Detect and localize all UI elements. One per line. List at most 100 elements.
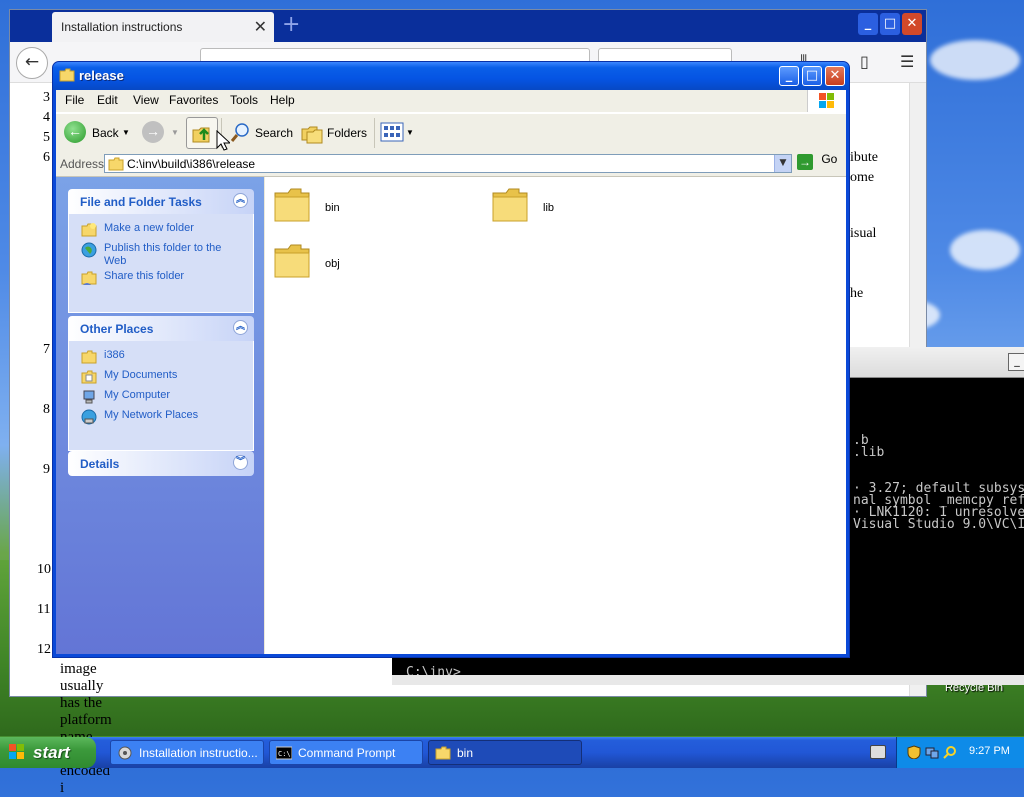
browser-back-button[interactable]: ← [16,47,48,79]
file-folder-tasks-panel: File and Folder Tasks ︽ Make a new folde… [68,189,254,313]
text-fragment: ome [850,170,875,185]
go-arrow-icon: → [797,154,813,170]
details-panel: Details ︾ [68,451,254,476]
address-field[interactable]: C:\inv\build\i386\release ▼ [104,154,792,173]
collapse-chevron-icon[interactable]: ︽ [233,193,248,208]
browser-tab-title: Installation instructions [61,20,183,34]
keyboard-icon[interactable] [870,745,886,759]
browser-maximize-button[interactable]: □ [880,13,900,35]
search-button[interactable]: Search [228,121,298,145]
menu-icon[interactable]: ☰ [900,52,914,71]
folder-icon [492,188,528,222]
other-places-panel: Other Places ︽ i386 My Documents My Comp… [68,316,254,451]
make-new-folder-link[interactable]: Make a new folder [81,222,243,240]
views-button[interactable]: ▼ [380,121,416,145]
task-command-prompt[interactable]: C:\ Command Prompt [269,740,423,765]
publish-to-web-link[interactable]: Publish this folder to the Web [81,242,243,268]
explorer-window: release _ □ ✕ File Edit View Favorites T… [52,61,850,658]
go-button[interactable]: → Go [797,152,837,170]
network-icon[interactable] [925,745,939,759]
sidebar-icon[interactable]: ▯ [860,52,869,71]
panel-header[interactable]: File and Folder Tasks ︽ [68,189,254,214]
task-explorer[interactable]: bin [428,740,582,765]
menu-favorites[interactable]: Favorites [169,93,218,107]
svg-text:C:\: C:\ [278,750,291,758]
collapse-chevron-icon[interactable]: ︽ [233,320,248,335]
line-number: 10 [37,562,51,577]
task-browser[interactable]: Installation instructio... [110,740,264,765]
system-tray: 9:27 PM [896,737,1024,768]
menu-view[interactable]: View [133,93,159,107]
place-i386-link[interactable]: i386 [81,349,243,367]
start-button[interactable]: start [0,737,96,768]
new-folder-icon [81,223,97,237]
search-icon[interactable] [943,745,957,759]
gear-icon [118,746,132,760]
folder-icon [108,157,124,171]
line-number: 9 [43,462,50,477]
my-computer-icon [83,390,95,404]
menu-edit[interactable]: Edit [97,93,118,107]
close-button[interactable]: ✕ [825,66,845,86]
address-dropdown-icon[interactable]: ▼ [774,155,791,172]
cmd-minimize-button[interactable]: _ [1008,353,1024,371]
forward-dropdown-icon: ▼ [171,128,179,137]
back-dropdown-icon[interactable]: ▼ [122,128,130,137]
line-number: 11 [37,602,51,617]
line-number: 7 [43,342,50,357]
place-my-computer-link[interactable]: My Computer [81,389,243,407]
back-button[interactable]: ← Back ▼ [62,121,134,145]
folder-icon [59,68,75,82]
file-list: bin lib obj [265,177,846,654]
folder-item-obj[interactable]: obj [273,241,473,289]
clock[interactable]: 9:27 PM [969,745,1010,757]
up-folder-button[interactable] [186,117,218,149]
place-my-documents-link[interactable]: My Documents [81,369,243,387]
address-path: C:\inv\build\i386\release [127,157,256,171]
security-shield-icon[interactable] [907,745,921,759]
folder-item-bin[interactable]: bin [273,185,473,233]
explorer-titlebar[interactable]: release _ □ ✕ [53,62,849,90]
toolbar-separator [374,118,375,148]
search-icon [230,123,249,142]
address-bar: Address C:\inv\build\i386\release ▼ → Go [56,152,846,177]
cmd-output-line: Visual Studio 9.0\VC\I [853,517,1024,532]
panel-header[interactable]: Details ︾ [68,451,254,476]
text-fragment: isual [850,226,877,241]
new-tab-button[interactable]: + [282,12,300,37]
network-places-icon [81,409,97,425]
browser-close-button[interactable]: ✕ [902,13,922,35]
menu-help[interactable]: Help [270,93,295,107]
console-icon: C:\ [276,746,292,760]
browser-minimize-button[interactable]: _ [858,13,878,35]
place-my-network-link[interactable]: My Network Places [81,409,243,427]
window-title: release [79,68,124,83]
panel-header[interactable]: Other Places ︽ [68,316,254,341]
tab-close-icon[interactable]: ✕ [254,17,267,37]
folders-button[interactable]: Folders [299,121,371,145]
browser-tab[interactable]: Installation instructions ✕ [52,12,274,42]
cmd-scrollbar[interactable] [392,675,1024,685]
minimize-button[interactable]: _ [779,66,799,86]
folders-icon [301,126,323,144]
folder-item-lib[interactable]: lib [491,185,691,233]
text-fragment: ibute [850,150,878,165]
folder-icon [81,350,97,364]
folder-icon [274,244,310,278]
expand-chevron-icon[interactable]: ︾ [233,455,248,470]
globe-icon [81,242,97,258]
address-label: Address [60,157,105,171]
windows-flag-icon [9,744,24,759]
windows-logo [807,90,846,112]
menu-file[interactable]: File [65,93,84,107]
forward-button[interactable]: → ▼ [141,121,181,145]
views-icon [380,122,404,142]
back-arrow-icon: ← [64,121,86,143]
maximize-button[interactable]: □ [802,66,822,86]
cmd-output-line: .lib [853,445,885,460]
share-folder-icon [81,271,97,285]
share-folder-link[interactable]: Share this folder [81,270,243,288]
menu-tools[interactable]: Tools [230,93,258,107]
up-folder-icon [192,127,210,143]
standard-toolbar: ← Back ▼ → ▼ Search Folders ▼ [56,113,846,153]
